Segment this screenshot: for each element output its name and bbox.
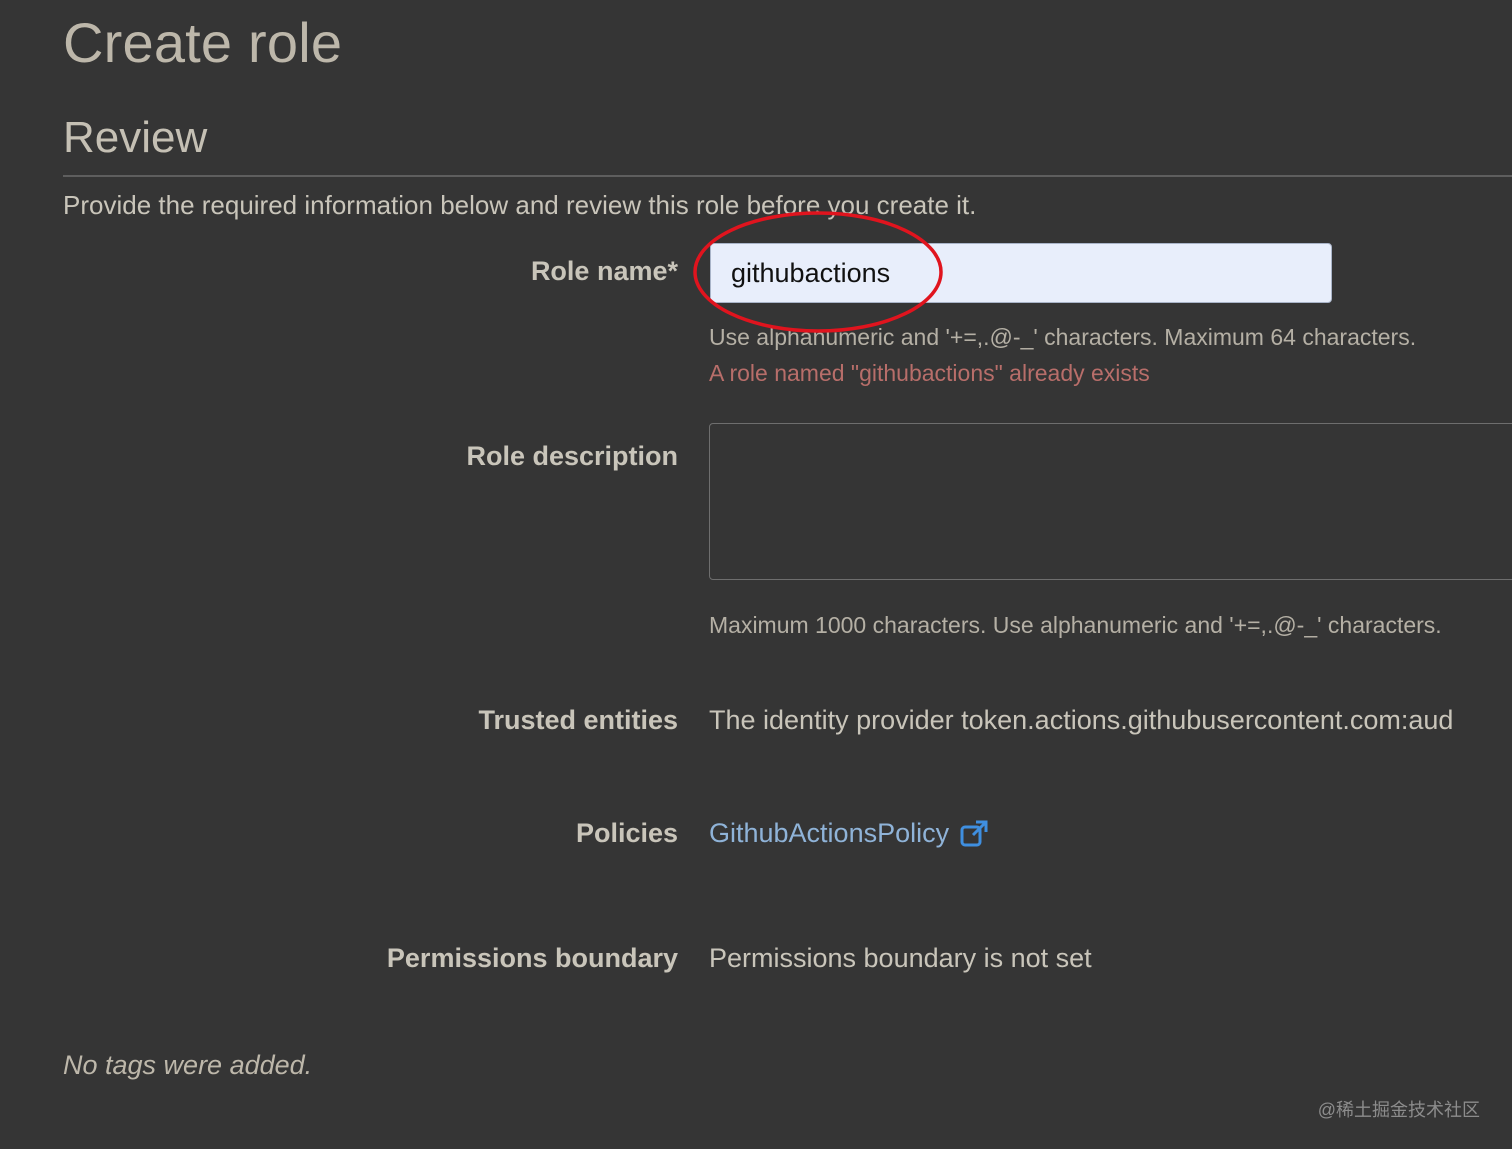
role-name-hint: Use alphanumeric and '+=,.@-_' character… [709,324,1417,350]
role-name-label: Role name* [530,256,678,286]
policies-label: Policies [575,818,678,848]
policy-link[interactable]: GithubActionsPolicy [709,818,989,849]
role-name-error: A role named "githubactions" already exi… [709,360,1150,386]
permissions-boundary-value: Permissions boundary is not set [709,943,1092,973]
role-description-textarea[interactable] [709,423,1512,580]
section-title-review: Review [63,113,208,162]
role-name-input[interactable] [710,243,1332,303]
trusted-entities-value: The identity provider token.actions.gith… [709,705,1454,735]
no-tags-message: No tags were added. [63,1050,313,1080]
role-description-label: Role description [466,441,678,471]
section-divider [63,175,1512,177]
create-role-page: Create role Review Provide the required … [0,0,1512,1149]
intro-text: Provide the required information below a… [63,190,977,220]
page-title: Create role [63,11,343,74]
trusted-entities-label: Trusted entities [478,705,678,735]
role-description-hint: Maximum 1000 characters. Use alphanumeri… [709,612,1442,638]
permissions-boundary-label: Permissions boundary [386,943,678,973]
external-link-icon [959,819,989,849]
policy-link-text: GithubActionsPolicy [709,818,950,848]
watermark-text: @稀土掘金技术社区 [1317,1100,1480,1120]
